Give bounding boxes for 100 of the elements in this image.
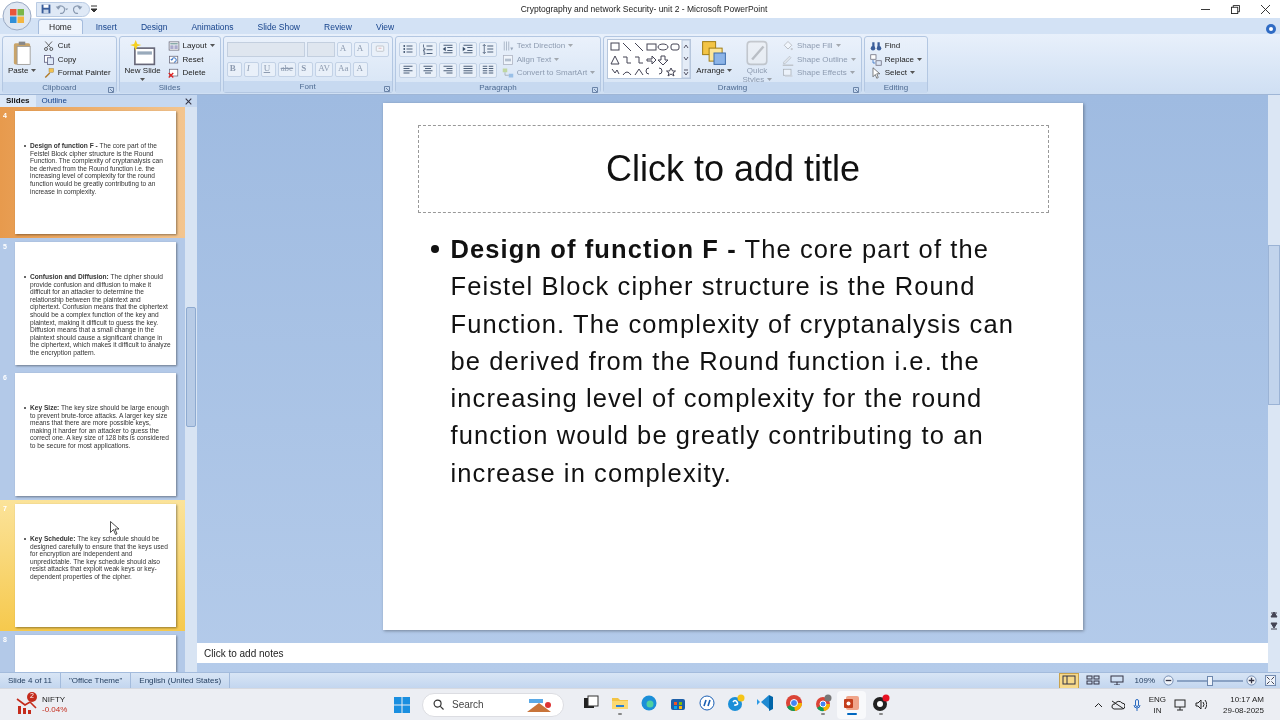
ribbon-button[interactable]: Paste [6,39,38,76]
ribbon-button[interactable] [438,41,457,57]
bullet-icon [430,245,439,253]
ribbon-button[interactable] [458,41,477,57]
ribbon-button[interactable] [458,62,477,78]
ribbon-tab[interactable]: Slide Show [246,19,311,34]
ribbon-button[interactable]: New Slide [122,39,163,85]
ribbon-button[interactable]: Select [867,66,925,80]
clock[interactable]: 10:17 AM 29-08-2025 [1223,693,1264,716]
zoom-in-icon[interactable] [1246,675,1257,686]
ribbon-button[interactable] [478,62,497,78]
ribbon-button[interactable] [418,41,437,57]
chevron-up-icon[interactable] [1093,701,1103,708]
binoculars-icon [869,39,882,52]
search-box[interactable]: Search [422,692,564,717]
browser-icon[interactable] [639,694,658,712]
save-icon[interactable] [41,4,51,14]
widget-title[interactable]: NIFTY [42,694,68,705]
recorder-icon[interactable] [871,694,890,712]
slide-sorter-icon[interactable] [1085,675,1100,686]
presentation-app-icon[interactable] [842,694,861,712]
slide-thumbnail[interactable] [15,373,176,496]
ribbon-tab[interactable]: Review [313,19,363,34]
chrome-icon[interactable] [784,694,803,712]
align-text-icon [501,53,514,66]
title-placeholder[interactable]: Click to add title [417,125,1049,213]
ribbon-button[interactable] [398,62,417,78]
group-label: Clipboard [42,83,77,92]
shape-effects-icon [782,67,794,80]
bullets-icon [401,43,414,55]
start-icon[interactable] [394,696,410,713]
align-center-icon [421,64,434,76]
hp-icon[interactable] [697,694,716,712]
mouse-pointer-icon [110,521,119,535]
ribbon-button[interactable]: Format Painter [40,66,113,80]
dialog-launcher-icon[interactable] [107,86,114,93]
language-indicator[interactable]: ENG IN [1148,693,1167,716]
ribbon-tab[interactable]: Home [38,19,83,34]
restore-icon [1230,4,1240,14]
network-icon[interactable] [1174,698,1188,711]
slide-thumbnail[interactable] [15,242,176,365]
dialog-launcher-icon[interactable] [592,86,599,93]
pen-icon [782,53,794,66]
slide-body-text[interactable]: Design of function F - The core part of the Feistel Block cipher structure is the Round Function. The complexity of cryptanalysis can be derived from the Round function i.e. the increasing level of complexity for the round function would be greatly contributing to an increase in complexity. [450,231,1033,493]
scrollbar[interactable] [1268,95,1280,672]
zoom-out-icon[interactable] [1163,675,1174,686]
ribbon-button[interactable] [438,62,457,78]
normal-view-icon[interactable] [1061,675,1076,686]
caret-icon [850,57,856,62]
speaker-icon[interactable] [1195,699,1208,710]
code-editor-icon[interactable] [755,694,774,712]
group-label: Drawing [717,83,748,92]
help-icon[interactable] [726,694,745,712]
redo-icon[interactable] [73,4,83,14]
scrollbar[interactable] [185,107,197,672]
brush-icon [42,67,55,80]
group-label: Paragraph [479,83,517,92]
ribbon-button[interactable]: Cut [40,39,113,53]
zoom-slider-thumb[interactable] [1207,675,1213,686]
close-icon[interactable] [185,97,192,105]
ribbon-tab[interactable]: View [364,19,406,34]
dialog-launcher-icon[interactable] [852,86,859,93]
panel-tab[interactable]: Slides [0,95,36,107]
notes-field[interactable]: Click to add notes [197,643,1268,663]
cloud-off-icon[interactable] [1110,699,1125,710]
customize-toolbar-icon[interactable] [90,4,98,14]
copy-icon [42,53,55,66]
dialog-launcher-icon[interactable] [383,85,390,92]
panel-tab[interactable]: Outline [35,95,73,107]
caret-icon [917,57,923,62]
ribbon-button[interactable]: Delete [165,66,217,80]
ribbon-button[interactable]: Layout [165,39,217,53]
microphone-icon[interactable] [1132,698,1141,711]
text-direction-icon [501,39,514,52]
ribbon-button[interactable]: Find [867,39,925,53]
caret-icon [727,68,732,73]
chrome-icon[interactable] [813,694,832,712]
slide-thumbnail[interactable] [15,111,176,234]
group-label: Editing [883,83,909,92]
slide-thumbnail[interactable] [15,504,176,627]
ribbon-button[interactable]: Copy [40,52,113,67]
next-slide-icon[interactable] [1268,620,1280,631]
ribbon-button[interactable]: Reset [165,52,217,67]
ribbon-button[interactable] [478,41,497,57]
align-right-icon [441,64,454,76]
help-icon[interactable] [1266,24,1276,34]
slide-show-icon[interactable] [1109,675,1124,686]
stock-chart-icon[interactable] [16,695,38,714]
caret-icon [568,43,574,48]
office-button-icon[interactable] [2,1,32,31]
ribbon-button[interactable]: Replace [867,52,925,67]
caret-icon [909,71,915,76]
fit-to-window-icon[interactable] [1265,675,1276,686]
ribbon-button[interactable]: Arrange [694,39,734,76]
ribbon-tab[interactable]: Design [129,19,179,34]
ribbon-tab[interactable]: Animations [180,19,245,34]
new-slide-icon [129,40,156,66]
ribbon-tab[interactable]: Insert [84,19,128,34]
ribbon-button[interactable] [418,62,437,78]
zoom-level[interactable]: 109% [1134,674,1155,687]
